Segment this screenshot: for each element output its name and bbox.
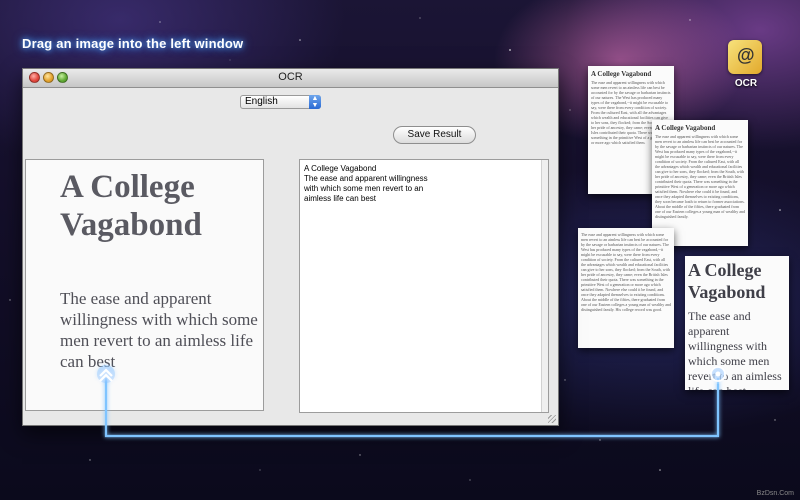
resize-grip-icon[interactable] [548,415,556,423]
ocr-window: OCR English ▲ ▼ Save Result A College Vag… [22,68,559,426]
select-arrows-icon: ▲ ▼ [309,95,321,109]
scanned-title: A College Vagabond [60,169,202,243]
sample-document-3[interactable]: The ease and apparent willingness with w… [578,228,674,348]
language-select[interactable]: English ▲ ▼ [240,95,321,109]
ocr-line: aimless life can best [304,194,377,203]
title-bar[interactable]: OCR [23,69,558,88]
doc-body: The ease and apparent willingness with w… [581,232,671,312]
desktop-ocr-app[interactable]: @ OCR [724,40,768,92]
image-drop-area[interactable]: A College Vagabond The ease and apparent… [25,159,264,411]
ocr-line: The ease and apparent willingness [304,174,428,183]
sample-document-4[interactable]: A College Vagabond The ease and apparent… [685,256,789,390]
save-result-button[interactable]: Save Result [393,126,476,144]
doc-title: A College Vagabond [591,70,652,78]
ocr-result-textarea[interactable]: A College Vagabond The ease and apparent… [299,159,549,413]
vertical-scrollbar[interactable] [541,160,548,412]
scanned-body: The ease and apparent willingness with w… [60,289,258,371]
doc-title: A College Vagabond [688,260,766,302]
ocr-app-icon: @ [728,40,762,74]
doc-title: A College Vagabond [655,124,716,132]
desktop-ocr-label: OCR [734,78,758,89]
ocr-line: with which some men revert to an [304,184,424,193]
language-value: English [245,96,278,107]
doc-body: The ease and apparent willingness with w… [688,309,782,390]
ocr-line: A College Vagabond [304,164,377,173]
ocr-result-text: A College Vagabond The ease and apparent… [304,164,429,204]
headline-instruction: Drag an image into the left window [22,36,244,51]
window-title: OCR [278,71,303,83]
watermark: BzDsn.Com [756,490,794,497]
doc-body: The ease and apparent willingness with w… [655,134,745,219]
